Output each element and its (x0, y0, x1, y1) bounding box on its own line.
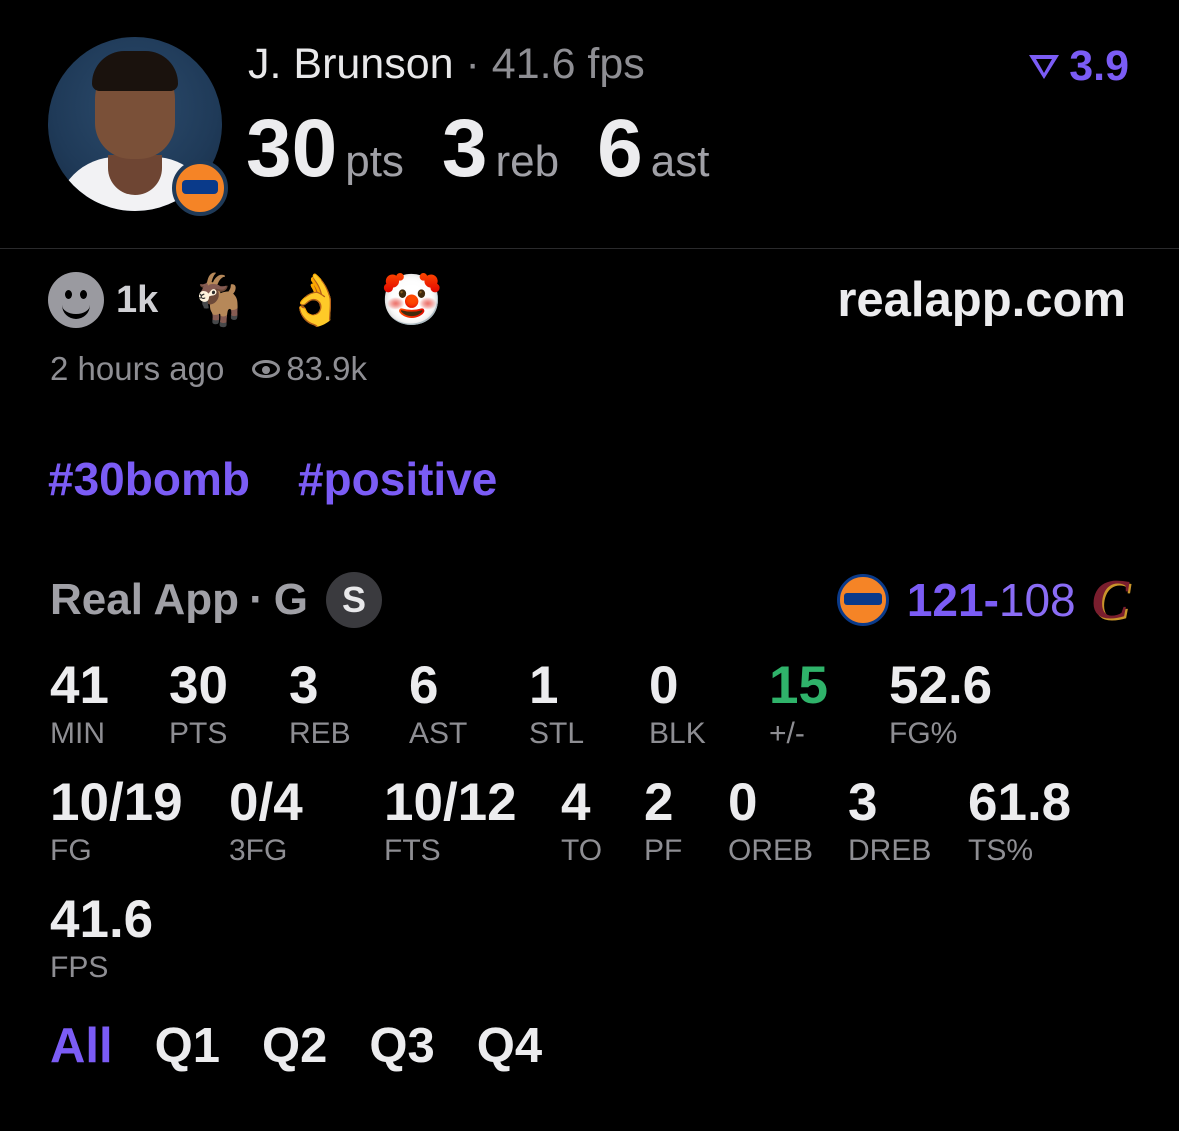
stat-fps: 41.6 FPS (50, 892, 153, 988)
stat-value: 2 (644, 773, 674, 832)
stat-label: OREB (728, 834, 814, 867)
stat-dreb: 3 DREB (848, 775, 931, 871)
stat-label: STL (529, 717, 585, 750)
stat-label: 3FG (229, 834, 288, 867)
stat-label: MIN (50, 717, 105, 750)
post-time: 2 hours ago (50, 350, 225, 387)
stat-value: 30 (169, 656, 228, 715)
reaction-count[interactable]: 1k (116, 279, 158, 322)
stat-label: AST (409, 717, 468, 750)
stat-fts: 10/12 FTS (384, 775, 517, 871)
gameline-separator: · (249, 575, 264, 624)
header-divider (0, 248, 1179, 249)
cavaliers-logo-icon: C (1091, 569, 1129, 631)
tab-q2[interactable]: Q2 (262, 1018, 327, 1074)
stat-value: 41 (50, 656, 109, 715)
title-separator: · (465, 40, 480, 88)
stat-label: FPS (50, 951, 109, 984)
stat-min: 41 MIN (50, 658, 109, 754)
tab-q1[interactable]: Q1 (155, 1018, 220, 1074)
away-score: 108 (998, 574, 1076, 626)
hashtag-30bomb[interactable]: #30bomb (48, 452, 250, 506)
stat-value: 6 (409, 656, 439, 715)
stat-value: 10/12 (384, 773, 517, 832)
stat-label: TS% (968, 834, 1034, 867)
player-name: J. Brunson (248, 40, 454, 88)
pinched-fingers-emoji-icon[interactable]: 👌 (285, 272, 347, 328)
headline-reb-unit: reb (495, 137, 560, 186)
player-title[interactable]: J. Brunson · 41.6 fps (248, 40, 645, 89)
headline-ast-unit: ast (650, 137, 710, 186)
stat-ts-pct: 61.8 TS% (968, 775, 1071, 871)
hashtags: #30bomb #positive (48, 452, 497, 506)
tab-q4[interactable]: Q4 (477, 1018, 542, 1074)
stat-value: 61.8 (968, 773, 1072, 832)
stat-label: PTS (169, 717, 228, 750)
starter-badge: S (325, 572, 382, 628)
stat-value: 3 (289, 656, 319, 715)
source-name: Real App (50, 575, 240, 624)
hashtag-positive[interactable]: #positive (298, 452, 497, 506)
stat-fg-pct: 52.6 FG% (889, 658, 992, 754)
stat-value: 0 (728, 773, 758, 832)
stat-value: 3 (848, 773, 878, 832)
stat-oreb: 0 OREB (728, 775, 813, 871)
goat-emoji-icon[interactable]: 🐐 (188, 272, 250, 328)
post-meta: 2 hours ago 83.9k (50, 350, 367, 388)
knicks-logo-icon (836, 574, 889, 626)
headline-pts-value: 30 (246, 103, 338, 194)
stat-blk: 0 BLK (649, 658, 706, 754)
stat-label: FG% (889, 717, 958, 750)
reactions-bar: 1k 🐐 👌 🤡 (48, 272, 477, 328)
stat-label: FG (50, 834, 92, 867)
player-position: G (273, 575, 308, 624)
stat-pts: 30 PTS (169, 658, 228, 754)
stat-pf: 2 PF (644, 775, 682, 871)
headline-stats: 30 pts 3 reb 6 ast (246, 102, 747, 196)
rating-badge[interactable]: 3.9 (1027, 42, 1129, 91)
tab-all[interactable]: All (50, 1018, 113, 1074)
stat-ast: 6 AST (409, 658, 467, 754)
stat-label: FTS (384, 834, 441, 867)
stat-value: 0 (649, 656, 679, 715)
stat-plus-minus: 15 +/- (769, 658, 828, 754)
stat-reb: 3 REB (289, 658, 351, 754)
stat-value: 10/19 (50, 773, 183, 832)
headline-reb-value: 3 (441, 103, 488, 194)
rating-value: 3.9 (1069, 42, 1129, 90)
stat-value: 1 (529, 656, 559, 715)
tab-q3[interactable]: Q3 (369, 1018, 434, 1074)
stat-value: 4 (561, 773, 591, 832)
game-source-line: Real App · G S (50, 572, 382, 628)
real-logo-icon (1029, 54, 1060, 79)
stat-value: 52.6 (889, 656, 993, 715)
stat-label: TO (561, 834, 603, 867)
stat-stl: 1 STL (529, 658, 584, 754)
stat-label: REB (289, 717, 351, 750)
home-score: 121 (906, 574, 984, 626)
game-score[interactable]: 121-108 C (836, 568, 1129, 632)
stat-value: 0/4 (229, 773, 303, 832)
headline-pts-unit: pts (345, 137, 404, 186)
headline-ast-value: 6 (597, 103, 643, 194)
eye-icon (252, 360, 281, 378)
stat-3fg: 0/4 3FG (229, 775, 303, 871)
site-link[interactable]: realapp.com (837, 272, 1126, 328)
player-fps: 41.6 fps (491, 40, 645, 88)
stat-label: DREB (848, 834, 932, 867)
stat-label: +/- (769, 717, 805, 750)
clown-emoji-icon[interactable]: 🤡 (381, 272, 443, 328)
stat-value: 41.6 (50, 890, 154, 949)
stat-label: BLK (649, 717, 706, 750)
add-reaction-smiley-icon[interactable] (48, 272, 104, 328)
score-dash: - (983, 574, 999, 626)
stat-to: 4 TO (561, 775, 602, 871)
avatar-hair (92, 51, 178, 91)
view-count: 83.9k (286, 350, 368, 387)
stat-value: 15 (769, 656, 828, 715)
stat-label: PF (644, 834, 683, 867)
quarter-tabs: All Q1 Q2 Q3 Q4 (50, 1018, 542, 1074)
knicks-team-logo-icon (172, 160, 228, 216)
stat-fg: 10/19 FG (50, 775, 183, 871)
